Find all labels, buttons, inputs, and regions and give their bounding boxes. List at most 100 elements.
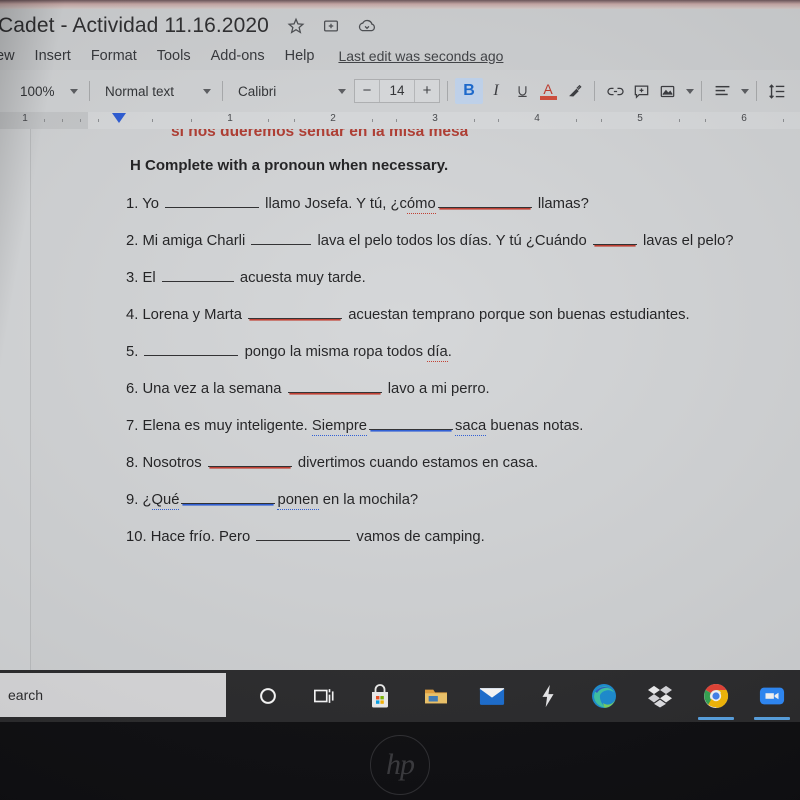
fill-in-blank[interactable] (165, 194, 260, 208)
document-canvas: si nos queremos sentar en la misa mesa H… (0, 129, 800, 670)
line-spacing-icon[interactable] (764, 78, 790, 104)
text-color-label: A (543, 80, 553, 97)
document-ruler[interactable]: 1 1 2 3 4 5 6 (0, 112, 800, 129)
indent-marker[interactable] (112, 113, 126, 123)
fill-in-blank[interactable] (287, 379, 382, 393)
question-item: 8. Nosotros divertimos cuando estamos en… (126, 451, 786, 476)
task-view-icon[interactable] (296, 670, 352, 722)
decrease-font-size-button[interactable]: − (355, 80, 379, 102)
menu-item-view[interactable]: ew (0, 45, 25, 67)
align-icon[interactable] (709, 78, 735, 104)
question-text: vamos de camping. (352, 529, 485, 545)
fill-in-blank[interactable] (256, 527, 351, 541)
insert-image-icon[interactable] (654, 78, 680, 104)
last-edit-status[interactable]: Last edit was seconds ago (338, 48, 503, 64)
microsoft-store-icon[interactable] (352, 670, 408, 722)
screen-glare (0, 0, 800, 9)
question-text: buenas notas. (486, 418, 584, 434)
fill-in-blank[interactable] (207, 453, 292, 467)
zoom-icon[interactable] (744, 670, 800, 722)
font-family-value: Calibri (238, 83, 277, 99)
taskbar-search-input[interactable]: earch (0, 673, 226, 717)
chevron-down-icon[interactable] (741, 88, 749, 94)
fill-in-blank[interactable] (437, 194, 532, 208)
dropbox-icon[interactable] (632, 670, 688, 722)
misspelled-word: ómo (406, 196, 436, 214)
insert-link-icon[interactable] (602, 78, 628, 104)
grammar-flagged-word: saca (455, 418, 487, 436)
taskbar-search-text: earch (8, 687, 44, 703)
highlight-icon[interactable] (561, 78, 587, 104)
menu-bar: ew Insert Format Tools Add-ons Help Last… (0, 42, 800, 70)
question-text: Mi amiga Charli (142, 233, 250, 249)
cloud-saved-icon[interactable] (357, 17, 377, 35)
menu-item-tools[interactable]: Tools (147, 45, 201, 67)
google-chrome-icon[interactable] (688, 670, 744, 722)
question-text: lavo a mi perro. (383, 381, 490, 397)
fill-in-blank[interactable] (369, 416, 454, 430)
question-text: Una vez a la semana (142, 381, 286, 397)
ruler-number: 1 (22, 113, 28, 124)
menu-item-addons[interactable]: Add-ons (201, 45, 275, 67)
ruler-number: 5 (637, 113, 643, 124)
question-number: 2. (126, 233, 143, 249)
question-item: 2. Mi amiga Charli lava el pelo todos lo… (126, 229, 786, 254)
question-text: lava el pelo todos los días. Y tú ¿Cuánd… (313, 233, 591, 249)
question-item: 6. Una vez a la semana lavo a mi perro. (126, 377, 786, 402)
document-title[interactable]: Cadet - Actividad 11.16.2020 (0, 14, 269, 38)
question-text: acuesta muy tarde. (235, 270, 366, 286)
lightning-icon[interactable] (520, 670, 576, 722)
cortana-icon[interactable] (240, 670, 296, 722)
question-text: Nosotros (142, 455, 206, 471)
question-item: 7. Elena es muy inteligente. Siempre saca… (126, 414, 786, 439)
menu-item-insert[interactable]: Insert (25, 45, 81, 67)
menu-item-format[interactable]: Format (81, 45, 147, 67)
microsoft-edge-icon[interactable] (576, 670, 632, 722)
toolbar-divider (89, 81, 90, 101)
font-size-value[interactable]: 14 (379, 80, 415, 102)
bold-button[interactable]: B (455, 78, 483, 104)
question-number: 7. (126, 418, 143, 434)
question-text: Yo (142, 196, 164, 212)
text-color-button[interactable]: A (535, 78, 561, 104)
fill-in-blank[interactable] (161, 268, 234, 282)
question-text: lavas el pelo? (638, 233, 734, 249)
photo-of-laptop-screen: Cadet - Actividad 11.16.2020 ew Insert F… (0, 0, 800, 800)
underline-button[interactable] (509, 78, 535, 104)
taskbar-icon-group (226, 670, 800, 722)
fill-in-blank[interactable] (144, 342, 239, 356)
question-text: acuestan temprano porque son buenas estu… (344, 307, 690, 323)
chevron-down-icon (338, 88, 346, 94)
italic-button[interactable]: I (483, 78, 509, 104)
move-to-folder-icon[interactable] (322, 17, 340, 35)
chevron-down-icon[interactable] (686, 88, 694, 94)
font-family-dropdown[interactable]: Calibri (230, 84, 350, 99)
menu-item-help[interactable]: Help (275, 45, 325, 67)
add-comment-icon[interactable] (628, 78, 654, 104)
question-number: 10. (126, 529, 151, 545)
question-text: El (142, 270, 160, 286)
fill-in-blank[interactable] (251, 231, 312, 245)
grammar-flagged-word: ponen (277, 492, 319, 510)
question-text: Hace frío. Pero (150, 529, 255, 545)
question-number: 8. (126, 455, 143, 471)
fill-in-blank[interactable] (248, 305, 343, 319)
mail-icon[interactable] (464, 670, 520, 722)
zoom-dropdown[interactable]: 100% (6, 84, 82, 99)
grammar-flagged-word: Siempre (311, 418, 368, 436)
toolbar-divider (222, 81, 223, 101)
toolbar-divider (447, 81, 448, 101)
grammar-flagged-word: Qué (151, 492, 180, 510)
fill-in-blank[interactable] (181, 490, 276, 504)
ruler-number: 6 (741, 113, 747, 124)
question-text: llamas? (533, 196, 589, 212)
file-explorer-icon[interactable] (408, 670, 464, 722)
star-icon[interactable] (287, 17, 305, 35)
zoom-value: 100% (20, 83, 55, 99)
fill-in-blank[interactable] (592, 231, 637, 245)
question-list: 1. Yo llamo Josefa. Y tú, ¿cómo llamas? 2… (126, 192, 786, 562)
formatting-toolbar: 100% Normal text Calibri − 14 + B I A (0, 70, 800, 112)
question-text: divertimos cuando estamos en casa. (293, 455, 539, 471)
increase-font-size-button[interactable]: + (415, 80, 439, 102)
paragraph-style-dropdown[interactable]: Normal text (97, 84, 215, 99)
